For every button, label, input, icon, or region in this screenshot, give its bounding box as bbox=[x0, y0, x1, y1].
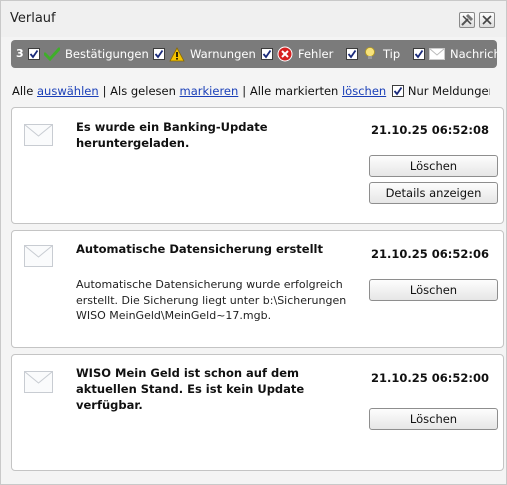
confirmations-checkbox[interactable] bbox=[28, 48, 40, 60]
filter-tips[interactable]: Tip bbox=[346, 46, 400, 62]
filter-label: Fehler bbox=[298, 47, 334, 61]
warnings-checkbox[interactable] bbox=[153, 48, 165, 60]
message-card: Automatische Datensicherung erstellt 21.… bbox=[11, 230, 504, 348]
message-title: WISO Mein Geld ist schon auf dem aktuell… bbox=[76, 366, 305, 412]
message-card: WISO Mein Geld ist schon auf dem aktuell… bbox=[11, 354, 504, 471]
tips-checkbox[interactable] bbox=[346, 48, 358, 60]
select-all-prefix: Alle bbox=[12, 84, 34, 98]
message-title: Es wurde ein Banking-Update heruntergela… bbox=[76, 120, 268, 150]
filter-bar: 3 Bestätigungen Warnungen Fehler Tip Nac… bbox=[11, 40, 497, 68]
envelope-icon bbox=[429, 46, 445, 62]
filter-warnings[interactable]: Warnungen bbox=[153, 46, 256, 62]
message-title: Automatische Datensicherung erstellt bbox=[76, 242, 323, 256]
filter-confirmations[interactable]: Bestätigungen bbox=[28, 46, 149, 62]
envelope-icon bbox=[24, 371, 53, 393]
tools-button[interactable] bbox=[459, 12, 475, 28]
select-all-link[interactable]: auswählen bbox=[37, 84, 99, 98]
title-bar: Verlauf bbox=[1, 1, 506, 37]
lightbulb-icon bbox=[362, 46, 378, 62]
mark-read-link[interactable]: markieren bbox=[180, 84, 239, 98]
delete-button[interactable]: Löschen bbox=[369, 155, 498, 177]
filter-label: Tip bbox=[383, 47, 401, 61]
only-messages-checkbox[interactable] bbox=[392, 85, 405, 97]
filter-messages[interactable]: Nachricht bbox=[413, 46, 497, 62]
only-messages-label: Nur Meldungen von H bbox=[407, 84, 490, 98]
window-title: Verlauf bbox=[10, 11, 56, 26]
close-button[interactable] bbox=[479, 12, 495, 28]
close-icon bbox=[482, 15, 492, 25]
messages-checkbox[interactable] bbox=[413, 48, 425, 60]
filter-label: Nachricht bbox=[450, 47, 497, 61]
envelope-icon bbox=[24, 245, 53, 267]
details-button[interactable]: Details anzeigen bbox=[369, 182, 498, 204]
tools-icon bbox=[461, 13, 474, 26]
filter-errors[interactable]: Fehler bbox=[261, 46, 333, 62]
errors-checkbox[interactable] bbox=[261, 48, 273, 60]
delete-button[interactable]: Löschen bbox=[369, 408, 498, 430]
warning-icon bbox=[169, 46, 185, 62]
error-icon bbox=[277, 46, 293, 62]
checkmark-icon bbox=[44, 46, 60, 62]
delete-button[interactable]: Löschen bbox=[369, 279, 498, 301]
filter-label: Warnungen bbox=[190, 47, 256, 61]
message-body: Automatische Datensicherung wurde erfolg… bbox=[76, 278, 347, 322]
filter-label: Bestätigungen bbox=[65, 47, 149, 61]
filter-count: 3 bbox=[16, 47, 24, 60]
actions-bar: Alle auswählen | Als gelesen markieren |… bbox=[12, 83, 490, 99]
delete-marked-link[interactable]: löschen bbox=[342, 84, 386, 98]
mark-read-prefix: | Als gelesen bbox=[102, 84, 176, 98]
delete-marked-prefix: | Alle markierten bbox=[242, 84, 339, 98]
message-card: Es wurde ein Banking-Update heruntergela… bbox=[11, 107, 504, 224]
envelope-icon bbox=[24, 124, 53, 146]
history-window: Verlauf 3 Bestätigungen Warnungen Fehler… bbox=[0, 0, 507, 485]
message-timestamp: 21.10.25 06:52:00 bbox=[371, 371, 489, 385]
message-timestamp: 21.10.25 06:52:06 bbox=[371, 247, 489, 261]
message-timestamp: 21.10.25 06:52:08 bbox=[371, 123, 489, 137]
